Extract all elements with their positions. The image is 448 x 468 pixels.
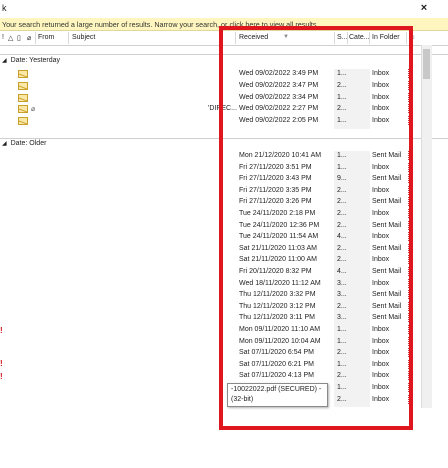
group-header-yesterday[interactable]: ◢ Date: Yesterday xyxy=(2,57,60,64)
attachment-icon: ⌀ xyxy=(31,106,36,114)
group-label: Date: Yesterday xyxy=(10,57,61,64)
envelope-icon xyxy=(18,81,28,90)
red-flag-marker: ! xyxy=(0,326,3,335)
attachment-column-icon[interactable]: ⌀ xyxy=(27,34,31,42)
envelope-icon xyxy=(18,93,28,102)
group-label: Date: Older xyxy=(10,140,47,147)
column-from[interactable]: From xyxy=(38,34,54,41)
collapse-triangle-icon[interactable]: ◢ xyxy=(2,141,7,147)
envelope-icon xyxy=(18,105,28,114)
red-flag-marker: ! xyxy=(0,359,3,368)
envelope-icon xyxy=(18,70,28,78)
envelope-icon xyxy=(18,117,28,126)
column-subject[interactable]: Subject xyxy=(72,34,95,41)
highlight-annotation-box xyxy=(219,26,413,430)
group-header-older[interactable]: ◢ Date: Older xyxy=(2,140,46,147)
close-search-icon[interactable]: × xyxy=(417,1,431,15)
red-flag-marker: ! xyxy=(0,372,3,381)
importance-column-icon[interactable]: ! xyxy=(2,34,4,41)
reminder-column-icon[interactable]: △ xyxy=(8,34,13,42)
search-bar: k × xyxy=(0,0,448,19)
scrollbar-thumb[interactable] xyxy=(423,49,430,79)
icon-column-icon[interactable]: ▯ xyxy=(17,34,21,42)
search-input[interactable]: k xyxy=(2,3,7,13)
vertical-scrollbar[interactable] xyxy=(421,45,432,408)
collapse-triangle-icon[interactable]: ◢ xyxy=(2,58,7,64)
